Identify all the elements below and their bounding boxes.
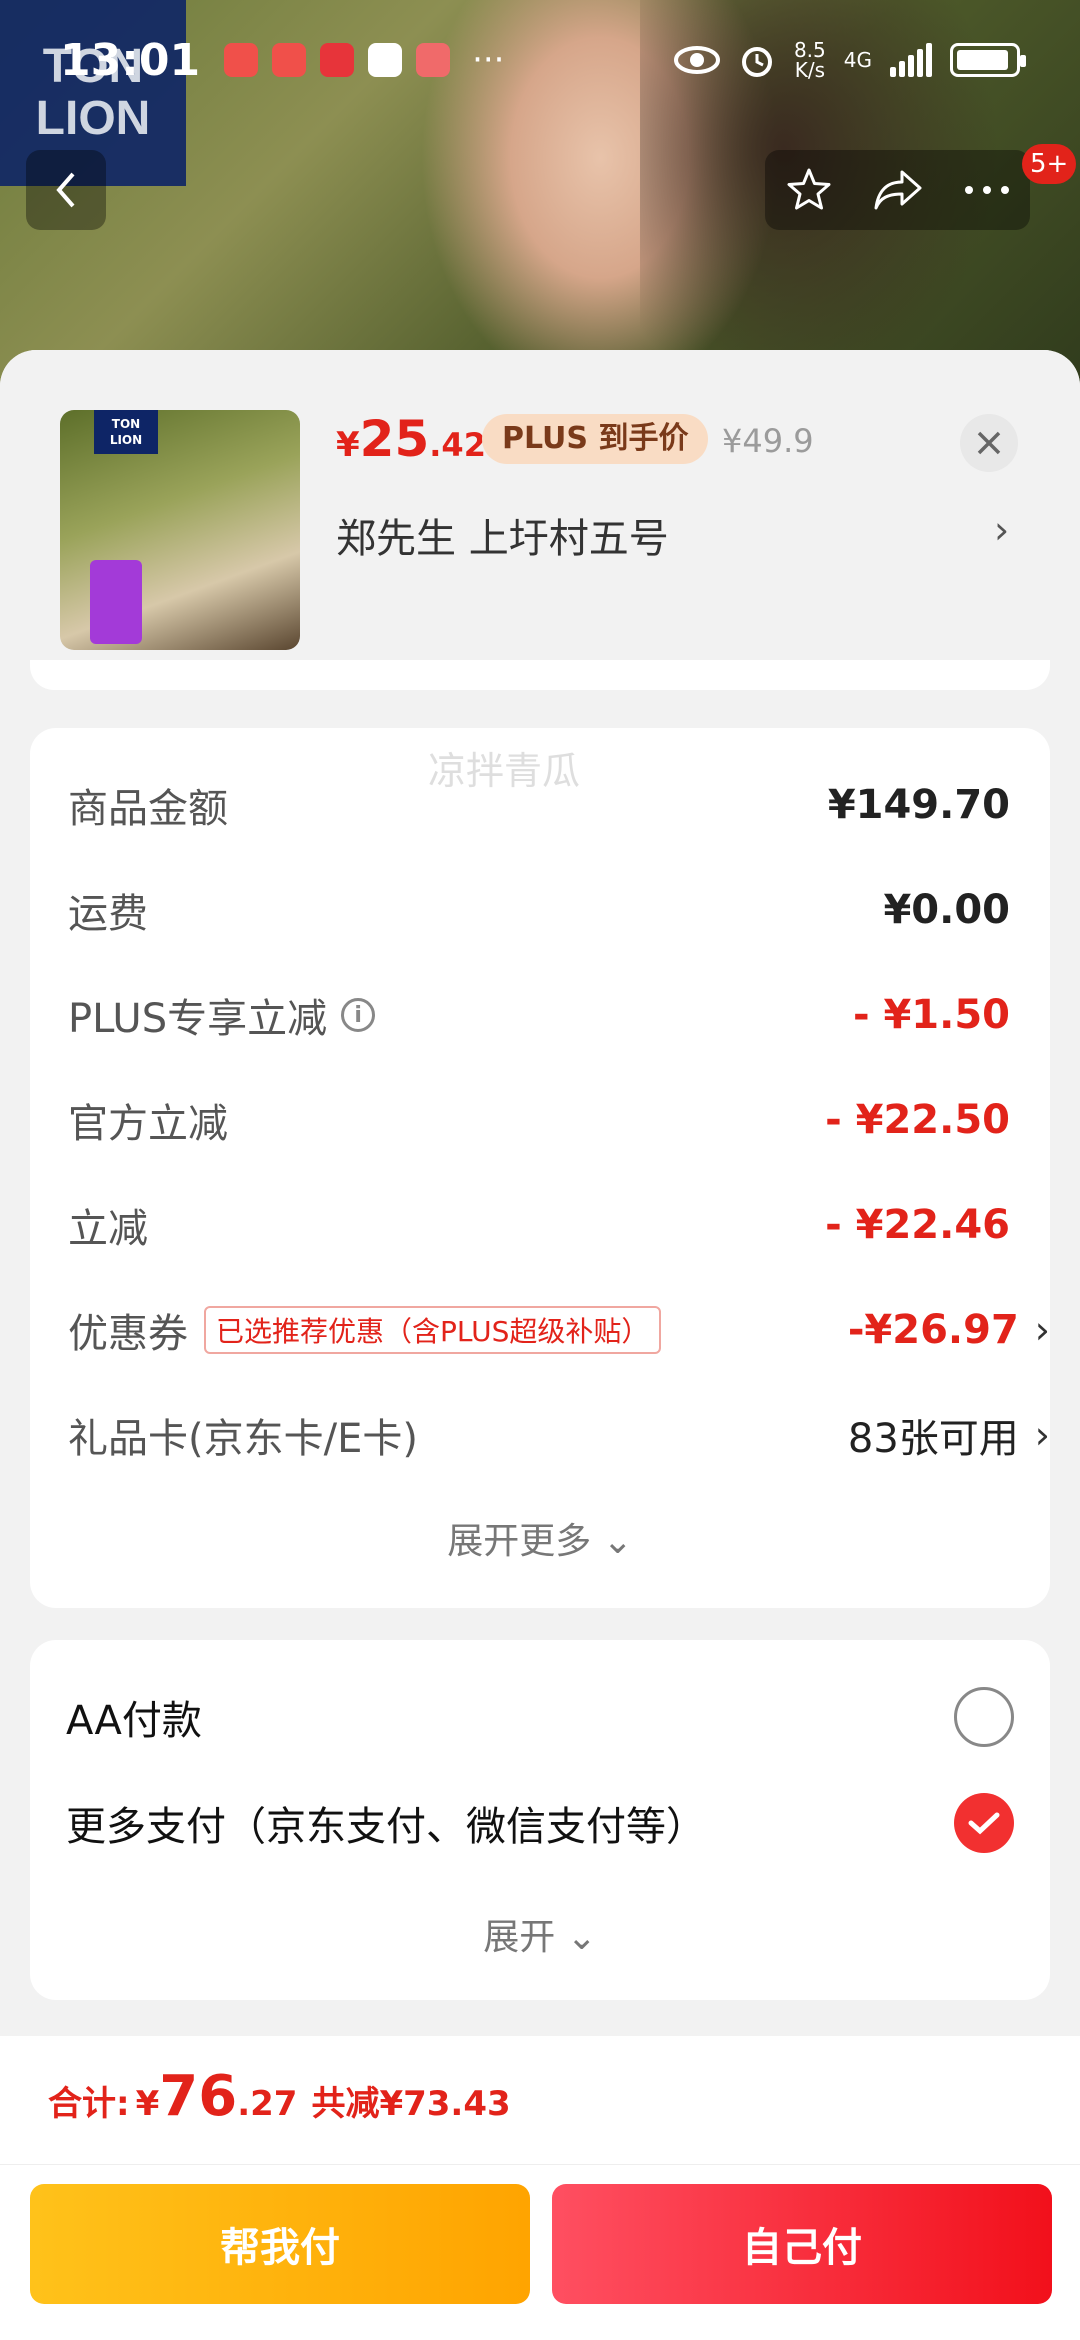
product-thumbnail[interactable]: TON LION [60,410,300,650]
info-icon[interactable]: i [341,998,376,1032]
payment-option-aa[interactable]: AA付款 [66,1682,1014,1752]
shield-icon [368,43,403,77]
row-value: ¥149.70 [827,782,1010,828]
row-instant-discount: 立减 - ¥22.46 [68,1190,1010,1260]
status-bar: 13:01 ··· 8.5 K/s 4G [0,0,1080,120]
price-currency: ¥ [336,425,360,465]
app-notification-icon [320,43,355,77]
row-label: 官方立减 [68,1101,228,1147]
product-summary: TON LION ¥ 25 .42 PLUS 到手价 ¥49.9 郑先生 上圩村… [0,350,1080,690]
status-notification-icons: ··· [224,40,505,80]
chevron-right-icon: › [1034,1308,1050,1352]
network-speed: 8.5 K/s [793,38,826,82]
signal-icon [890,43,932,77]
checkout-bar: 合计: ¥ 76 .27 共减¥73.43 帮我付 自己付 [0,2036,1080,2340]
back-icon [56,172,75,208]
price-details-card [30,728,1050,1608]
help-me-pay-button[interactable]: 帮我付 [30,2184,530,2304]
app-notification-icon [272,43,307,77]
watermark: 凉拌青瓜 [428,749,581,793]
check-icon [968,1812,1000,1835]
status-time: 13:01 [60,34,201,86]
radio-checked[interactable] [954,1793,1014,1853]
eye-icon [673,46,720,74]
close-button[interactable] [960,414,1018,472]
expand-payment-button[interactable]: 展开 ⌄ [0,1908,1080,1960]
radio-unchecked[interactable] [954,1687,1014,1747]
payment-option-label: AA付款 [66,1698,202,1744]
price-integer: 25 [359,410,430,468]
plus-price-tag: PLUS 到手价 [482,414,709,464]
total-decimal: .27 [237,2084,298,2124]
row-value: - ¥22.50 [825,1097,1010,1143]
star-icon[interactable] [785,166,833,214]
row-label: 商品金额 [68,786,228,832]
product-price: ¥ 25 .42 [336,410,486,476]
total-label: 合计: [48,2084,130,2124]
share-icon[interactable] [872,168,924,212]
delivery-address[interactable]: 郑先生 上圩村五号 [336,506,669,564]
chevron-right-icon[interactable]: › [994,508,1009,552]
close-icon [977,431,1001,455]
pay-myself-button[interactable]: 自己付 [552,2184,1052,2304]
chevron-right-icon: › [1034,1413,1050,1457]
row-label: 运费 [68,891,148,937]
row-value: ¥0.00 [883,887,1010,933]
expand-more-button[interactable]: 展开更多 ⌄ [0,1512,1080,1564]
row-label: PLUS专享立减 [68,996,328,1042]
coupon-tag: 已选推荐优惠（含PLUS超级补贴） [204,1306,662,1354]
more-icon[interactable] [963,184,1011,196]
row-label: 优惠券 [68,1311,188,1357]
row-value: -¥26.97 [847,1307,1019,1353]
nav-actions [765,150,1030,230]
status-right: 8.5 K/s 4G [673,38,1026,82]
row-plus-discount: PLUS专享立减 i - ¥1.50 [68,980,1010,1050]
more-notifications-icon: ··· [472,40,505,80]
price-decimal: .42 [429,426,486,464]
total-summary: 合计: ¥ 76 .27 共减¥73.43 [48,2064,511,2129]
divider [0,2164,1080,2165]
row-gift-card[interactable]: 礼品卡(京东卡/E卡) 83张可用 › [68,1400,1050,1470]
network-type: 4G [843,48,872,72]
total-savings: 共减¥73.43 [311,2084,511,2124]
row-shipping: 运费 ¥0.00 [68,875,1010,945]
row-coupon[interactable]: 优惠券 已选推荐优惠（含PLUS超级补贴） -¥26.97 › [68,1295,1050,1365]
total-integer: 76 [159,2064,238,2129]
row-value: 83张可用 [847,1416,1019,1462]
payment-option-more[interactable]: 更多支付（京东支付、微信支付等） [66,1788,1014,1858]
total-currency: ¥ [135,2084,160,2124]
cart-badge: 5+ [1022,144,1077,184]
thumb-brand-tag: TON LION [94,410,158,454]
row-value: - ¥22.46 [825,1202,1010,1248]
row-label: 立减 [68,1206,148,1252]
back-button[interactable] [26,150,106,230]
payment-option-label: 更多支付（京东支付、微信支付等） [66,1804,706,1850]
row-label: 礼品卡(京东卡/E卡) [68,1416,418,1462]
app-notification-icon [224,43,259,77]
original-price: ¥49.9 [722,422,814,460]
card-divider [30,660,1050,690]
battery-icon [950,43,1026,77]
alarm-icon [741,47,772,77]
app-notification-icon [416,43,451,77]
row-official-discount: 官方立减 - ¥22.50 [68,1085,1010,1155]
row-value: - ¥1.50 [852,992,1010,1038]
thumb-promo-label [90,560,142,644]
